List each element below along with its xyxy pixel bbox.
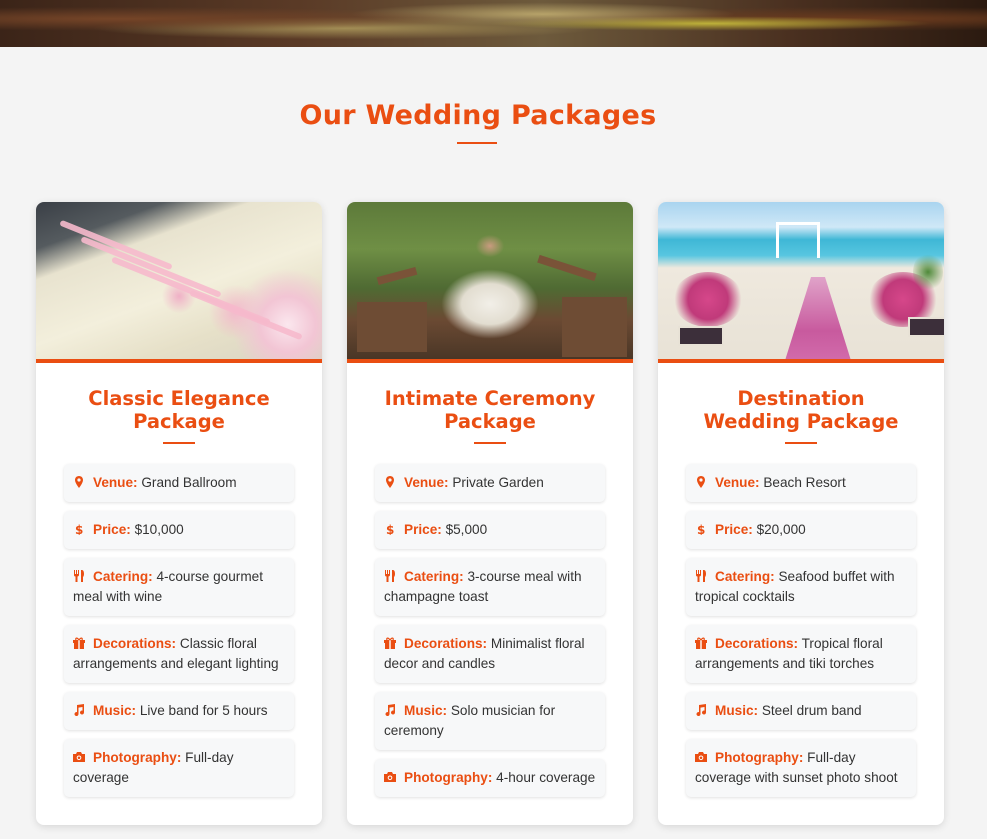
dollar-icon: $ — [386, 523, 394, 535]
music-item: Music: Steel drum band — [686, 692, 916, 730]
decorations-label: Decorations: — [404, 636, 488, 651]
price-value: $5,000 — [445, 522, 488, 537]
section-title: Our Wedding Packages — [299, 100, 657, 131]
hero-image-strip — [0, 0, 987, 47]
svg-text:$: $ — [386, 523, 394, 535]
music-label: Music: — [404, 703, 448, 718]
price-label: Price: — [404, 522, 442, 537]
music-label: Music: — [93, 703, 137, 718]
photography-item: Photography: Full-day coverage with suns… — [686, 739, 916, 797]
music-label: Music: — [715, 703, 759, 718]
price-item: $ Price: $5,000 — [375, 511, 605, 549]
decorations-item: Decorations: Minimalist floral decor and… — [375, 625, 605, 683]
photography-item: Photography: 4-hour coverage — [375, 759, 605, 797]
catering-item: Catering: Seafood buffet with tropical c… — [686, 558, 916, 616]
venue-value: Grand Ballroom — [141, 475, 237, 490]
music-icon — [74, 704, 85, 716]
price-value: $10,000 — [134, 522, 184, 537]
catering-item: Catering: 3-course meal with champagne t… — [375, 558, 605, 616]
map-marker-icon — [386, 476, 394, 488]
venue-item: Venue: Private Garden — [375, 464, 605, 502]
svg-text:$: $ — [697, 523, 705, 535]
venue-item: Venue: Beach Resort — [686, 464, 916, 502]
svg-text:$: $ — [75, 523, 83, 535]
camera-icon — [695, 752, 707, 762]
gift-icon — [73, 637, 85, 649]
package-card-intimate: Intimate Ceremony Package Venue: Private… — [347, 202, 633, 825]
music-value: Steel drum band — [761, 703, 862, 718]
catering-item: Catering: 4-course gourmet meal with win… — [64, 558, 294, 616]
catering-label: Catering: — [715, 569, 775, 584]
dollar-icon: $ — [75, 523, 83, 535]
decorations-label: Decorations: — [93, 636, 177, 651]
photography-label: Photography: — [404, 770, 493, 785]
garden-bride-photo — [347, 202, 633, 363]
venue-label: Venue: — [715, 475, 760, 490]
venue-value: Beach Resort — [763, 475, 846, 490]
map-marker-icon — [75, 476, 83, 488]
music-item: Music: Live band for 5 hours — [64, 692, 294, 730]
catering-label: Catering: — [404, 569, 464, 584]
price-item: $ Price: $10,000 — [64, 511, 294, 549]
map-marker-icon — [697, 476, 705, 488]
utensils-icon — [696, 570, 706, 582]
venue-value: Private Garden — [452, 475, 544, 490]
gift-icon — [384, 637, 396, 649]
photography-item: Photography: Full-day coverage — [64, 739, 294, 797]
venue-label: Venue: — [93, 475, 138, 490]
package-title-underline — [474, 442, 506, 444]
music-icon — [696, 704, 707, 716]
decorations-label: Decorations: — [715, 636, 799, 651]
dollar-icon: $ — [697, 523, 705, 535]
package-card-destination: Destination Wedding Package Venue: Beach… — [658, 202, 944, 825]
decorations-item: Decorations: Tropical floral arrangement… — [686, 625, 916, 683]
package-title: Destination Wedding Package — [703, 387, 899, 433]
camera-icon — [73, 752, 85, 762]
venue-item: Venue: Grand Ballroom — [64, 464, 294, 502]
price-value: $20,000 — [756, 522, 806, 537]
price-label: Price: — [93, 522, 131, 537]
music-item: Music: Solo musician for ceremony — [375, 692, 605, 750]
music-value: Live band for 5 hours — [139, 703, 268, 718]
package-title: Intimate Ceremony Package — [384, 387, 596, 433]
photography-value: 4-hour coverage — [496, 770, 596, 785]
package-title: Classic Elegance Package — [88, 387, 270, 433]
gift-icon — [695, 637, 707, 649]
package-title-underline — [785, 442, 817, 444]
photography-label: Photography: — [715, 750, 804, 765]
utensils-icon — [385, 570, 395, 582]
price-label: Price: — [715, 522, 753, 537]
music-icon — [385, 704, 396, 716]
banquet-table-photo — [36, 202, 322, 363]
package-card-classic: Classic Elegance Package Venue: Grand Ba… — [36, 202, 322, 825]
decorations-item: Decorations: Classic floral arrangements… — [64, 625, 294, 683]
section-title-underline — [457, 142, 497, 144]
beach-ceremony-photo — [658, 202, 944, 363]
price-item: $ Price: $20,000 — [686, 511, 916, 549]
catering-label: Catering: — [93, 569, 153, 584]
package-title-underline — [163, 442, 195, 444]
venue-label: Venue: — [404, 475, 449, 490]
photography-label: Photography: — [93, 750, 182, 765]
camera-icon — [384, 772, 396, 782]
utensils-icon — [74, 570, 84, 582]
